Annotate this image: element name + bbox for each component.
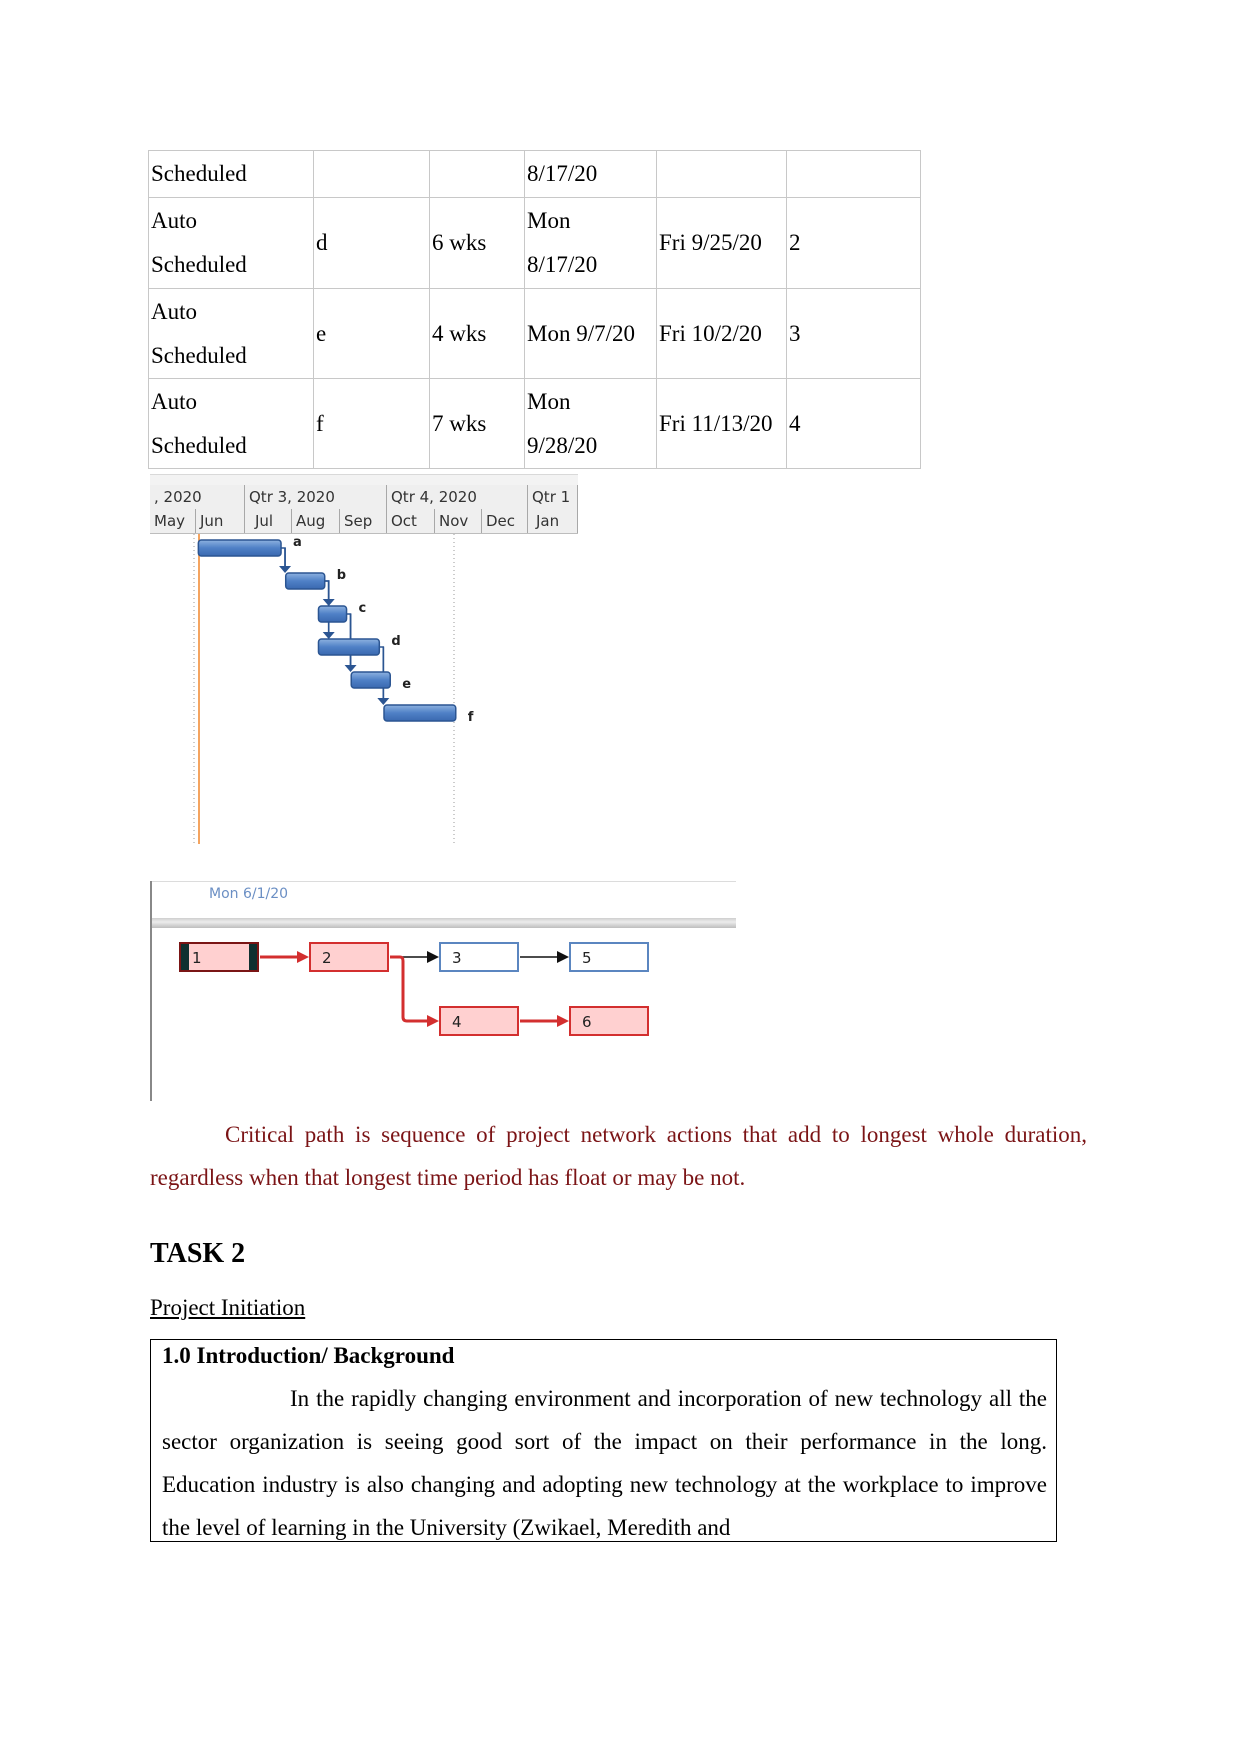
network-node[interactable]: 5 — [569, 942, 649, 972]
predecessor-cell: 4 — [786, 378, 921, 469]
gantt-bar — [317, 638, 381, 656]
network-link-arrow — [427, 951, 439, 963]
network-node[interactable]: 1 — [179, 942, 259, 972]
table-row: Auto Scheduled e 4 wks Mon 9/7/20 Fri 10/… — [148, 288, 921, 379]
network-node[interactable]: 3 — [439, 942, 519, 972]
start-cell: Mon 8/17/20 — [524, 197, 657, 289]
mode-cell: Auto Scheduled — [148, 197, 314, 289]
gantt-bar — [197, 539, 282, 557]
gantt-quarter: Qtr 3, 2020 — [245, 485, 387, 509]
gantt-month: Sep — [340, 509, 387, 533]
gantt-month: Oct — [387, 509, 435, 533]
finish-cell: Fri 9/25/20 — [656, 197, 787, 289]
predecessor-cell: 2 — [786, 197, 921, 289]
start-cell: Mon 9/28/20 — [524, 378, 657, 469]
gantt-month: Nov — [435, 509, 482, 533]
gantt-month-row: May Jun Jul Aug Sep Oct Nov Dec Jan — [150, 509, 578, 534]
predecessor-cell: 3 — [786, 288, 921, 379]
network-splitter[interactable] — [152, 918, 736, 928]
gantt-link-arrow — [344, 665, 357, 672]
gantt-top-bar — [150, 474, 578, 485]
task-heading: TASK 2 — [150, 1238, 246, 1269]
gantt-quarter: Qtr 1 — [528, 485, 578, 509]
gantt-bar-label: e — [402, 677, 411, 692]
gantt-plot: a b c d e f — [193, 534, 474, 844]
finish-cell — [656, 150, 787, 198]
network-node[interactable]: 4 — [439, 1006, 519, 1036]
gantt-bar — [383, 704, 457, 722]
task-cell — [313, 150, 430, 198]
duration-cell: 6 wks — [429, 197, 525, 289]
gantt-bar-label: f — [468, 710, 474, 725]
finish-cell: Fri 11/13/20 — [656, 378, 787, 469]
gantt-month: Dec — [482, 509, 528, 533]
gantt-link-arrow — [377, 698, 390, 705]
task-cell: f — [313, 378, 430, 469]
gantt-month: Jan — [528, 509, 578, 533]
gantt-bar — [350, 671, 391, 689]
table-row: Scheduled 8/17/20 — [148, 150, 921, 198]
table-row: Auto Scheduled f 7 wks Mon 9/28/20 Fri 11/… — [148, 378, 921, 469]
gantt-chart: , 2020 Qtr 3, 2020 Qtr 4, 2020 Qtr 1 May… — [150, 474, 578, 844]
network-node[interactable]: 2 — [309, 942, 389, 972]
task-cell: d — [313, 197, 430, 289]
gantt-month: Jul — [245, 509, 292, 533]
mode-cell: Auto Scheduled — [148, 378, 314, 469]
mode-cell: Auto Scheduled — [148, 288, 314, 379]
start-cell: Mon 9/7/20 — [524, 288, 657, 379]
network-link-arrow — [297, 951, 309, 963]
introduction-box: 1.0 Introduction/ Background In the rapi… — [150, 1339, 1057, 1542]
gantt-month: May — [150, 509, 196, 533]
gantt-month: Jun — [196, 509, 245, 533]
gantt-bar-label: b — [337, 568, 346, 583]
critical-path-paragraph: Critical path is sequence of project net… — [150, 1122, 1087, 1190]
gantt-link-arrow — [322, 632, 335, 639]
introduction-heading: 1.0 Introduction/ Background — [162, 1343, 455, 1368]
network-link — [390, 955, 429, 1023]
gantt-bar-label: c — [359, 601, 367, 616]
predecessor-cell — [786, 150, 921, 198]
network-link-arrow — [427, 1015, 439, 1027]
network-date-label: Mon 6/1/20 — [209, 886, 289, 902]
mode-cell: Scheduled — [148, 150, 314, 198]
schedule-table: Scheduled 8/17/20 Auto Scheduled d 6 wks … — [148, 150, 921, 469]
duration-cell — [429, 150, 525, 198]
project-initiation-heading: Project Initiation — [150, 1295, 306, 1320]
gantt-month: Aug — [292, 509, 340, 533]
network-node[interactable]: 6 — [569, 1006, 649, 1036]
table-row: Auto Scheduled d 6 wks Mon 8/17/20 Fri 9/2… — [148, 197, 921, 289]
duration-cell: 4 wks — [429, 288, 525, 379]
gantt-link-arrow — [279, 566, 292, 573]
gantt-quarter: Qtr 4, 2020 — [387, 485, 528, 509]
duration-cell: 7 wks — [429, 378, 525, 469]
task-cell: e — [313, 288, 430, 379]
gantt-bar-label: d — [391, 634, 400, 649]
start-cell: 8/17/20 — [524, 150, 657, 198]
finish-cell: Fri 10/2/20 — [656, 288, 787, 379]
gantt-bar-label: a — [293, 535, 302, 550]
gantt-quarter-row: , 2020 Qtr 3, 2020 Qtr 4, 2020 Qtr 1 — [150, 485, 578, 510]
gantt-bar — [284, 572, 326, 590]
gantt-bar — [317, 605, 348, 623]
network-link-arrow — [557, 951, 569, 963]
introduction-paragraph: In the rapidly changing environment and … — [162, 1386, 1047, 1540]
gantt-quarter: , 2020 — [150, 485, 245, 509]
network-link-arrow — [557, 1015, 569, 1027]
